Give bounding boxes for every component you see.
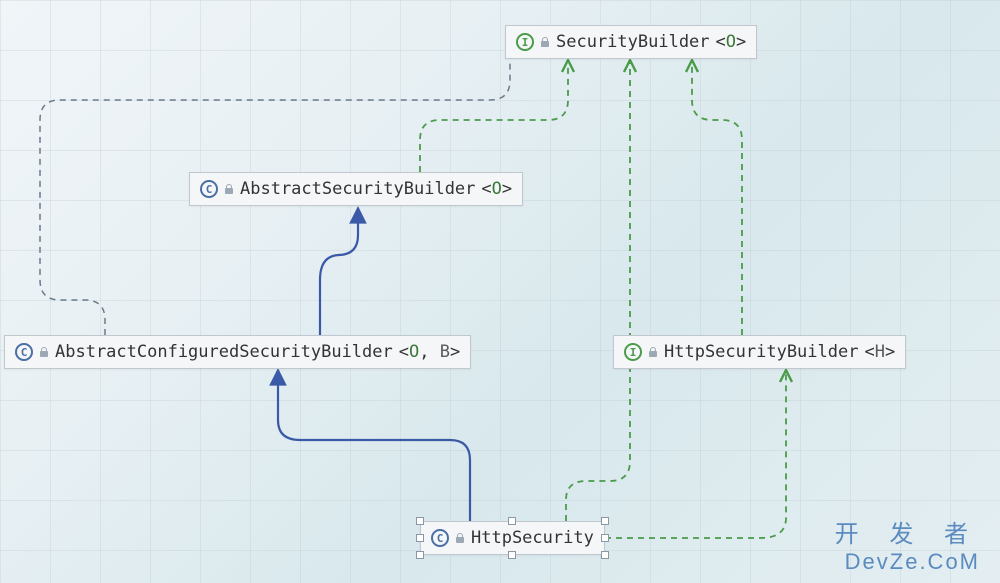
class-name: HttpSecurity	[471, 528, 594, 548]
class-name: SecurityBuilder	[556, 32, 710, 52]
resize-handle[interactable]	[601, 517, 609, 525]
lock-icon	[540, 37, 550, 47]
class-icon: C	[431, 529, 449, 547]
lock-icon	[455, 533, 465, 543]
interface-icon: I	[516, 33, 534, 51]
node-abstract-configured-security-builder[interactable]: C AbstractConfiguredSecurityBuilder <O, …	[4, 335, 471, 369]
node-http-security[interactable]: C HttpSecurity	[420, 521, 605, 555]
generics: <O>	[716, 32, 747, 52]
lock-icon	[39, 347, 49, 357]
class-icon: C	[15, 343, 33, 361]
node-security-builder[interactable]: I SecurityBuilder <O>	[505, 25, 757, 59]
node-http-security-builder[interactable]: I HttpSecurityBuilder <H>	[613, 335, 906, 369]
generics: <H>	[864, 342, 895, 362]
resize-handle[interactable]	[416, 534, 424, 542]
interface-icon: I	[624, 343, 642, 361]
class-name: AbstractConfiguredSecurityBuilder	[55, 342, 393, 362]
background-grid	[0, 0, 1000, 583]
resize-handle[interactable]	[508, 551, 516, 559]
resize-handle[interactable]	[508, 517, 516, 525]
resize-handle[interactable]	[601, 534, 609, 542]
resize-handle[interactable]	[601, 551, 609, 559]
class-icon: C	[200, 180, 218, 198]
lock-icon	[224, 184, 234, 194]
node-abstract-security-builder[interactable]: C AbstractSecurityBuilder <O>	[189, 172, 523, 206]
generics: <O, B>	[399, 342, 460, 362]
generics: <O>	[481, 179, 512, 199]
resize-handle[interactable]	[416, 551, 424, 559]
class-name: AbstractSecurityBuilder	[240, 179, 475, 199]
lock-icon	[648, 347, 658, 357]
class-name: HttpSecurityBuilder	[664, 342, 858, 362]
resize-handle[interactable]	[416, 517, 424, 525]
